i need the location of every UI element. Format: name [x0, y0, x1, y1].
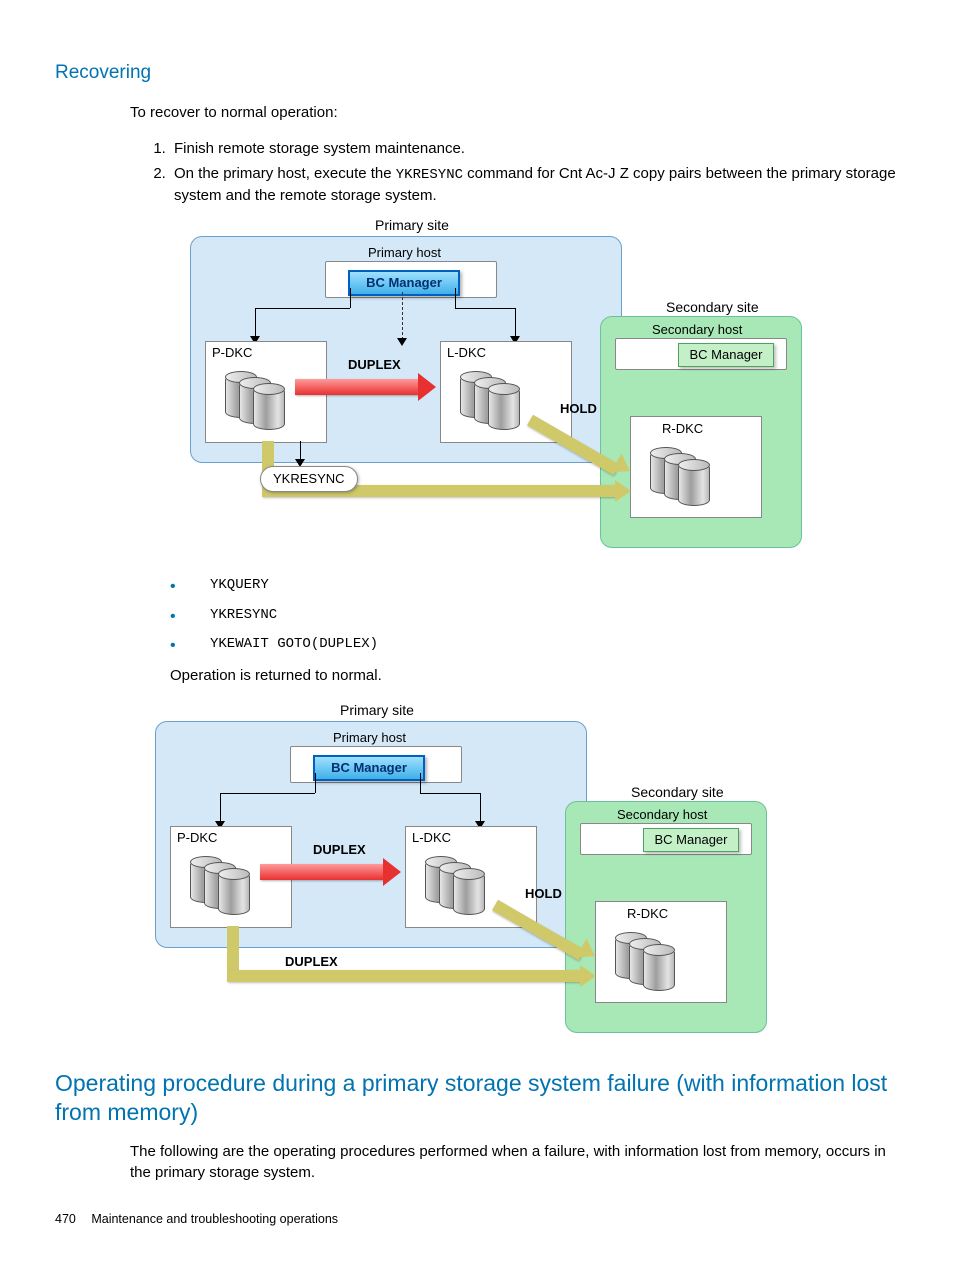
primary-host-label: Primary host — [368, 244, 441, 262]
page-number: 470 — [55, 1212, 76, 1226]
duplex-arrow — [295, 379, 420, 395]
secondary-site-label-2: Secondary site — [631, 783, 724, 803]
p-dkc-label-2: P-DKC — [177, 829, 217, 847]
secondary-site-label: Secondary site — [666, 298, 759, 318]
heading-recovering: Recovering — [55, 60, 899, 87]
recovery-steps: Finish remote storage system maintenance… — [130, 138, 899, 207]
duplex-label-2: DUPLEX — [313, 841, 366, 859]
command-list: YKQUERY YKRESYNC YKEWAIT GOTO(DUPLEX) — [170, 576, 899, 655]
bullet-ykquery: YKQUERY — [170, 576, 899, 596]
primary-site-label-2: Primary site — [340, 701, 414, 721]
bc-manager-primary-2: BC Manager — [313, 755, 425, 781]
ykresync-pill: YKRESYNC — [260, 466, 358, 492]
duplex-lower-label: DUPLEX — [285, 953, 338, 971]
diagram-2: Primary site Primary host BC Manager Sec… — [135, 701, 775, 1051]
step-2-cmd: YKRESYNC — [396, 167, 463, 183]
bc-manager-secondary-2: BC Manager — [643, 828, 739, 852]
bullet-ykewait: YKEWAIT GOTO(DUPLEX) — [170, 635, 899, 655]
step-1: Finish remote storage system maintenance… — [170, 138, 899, 159]
r-dkc-label-2: R-DKC — [627, 905, 668, 923]
hold-label: HOLD — [560, 400, 597, 418]
l-dkc-label-2: L-DKC — [412, 829, 451, 847]
bc-manager-secondary: BC Manager — [678, 343, 774, 367]
secondary-host-label: Secondary host — [652, 321, 742, 339]
lower-arrow-2 — [227, 970, 582, 982]
hold-label-2: HOLD — [525, 885, 562, 903]
step-2-pre: On the primary host, execute the — [174, 165, 396, 182]
p-dkc-label: P-DKC — [212, 344, 252, 362]
bc-manager-primary: BC Manager — [348, 270, 460, 296]
duplex-label: DUPLEX — [348, 356, 401, 374]
secondary-host-label-2: Secondary host — [617, 806, 707, 824]
duplex-arrow-2 — [260, 864, 385, 880]
l-dkc-label: L-DKC — [447, 344, 486, 362]
intro-text: To recover to normal operation: — [130, 102, 899, 123]
operating-body-text: The following are the operating procedur… — [130, 1141, 899, 1183]
heading-operating-procedure: Operating procedure during a primary sto… — [55, 1069, 899, 1127]
primary-site-label: Primary site — [375, 216, 449, 236]
returned-normal-text: Operation is returned to normal. — [170, 665, 899, 686]
r-dkc-label: R-DKC — [662, 420, 703, 438]
step-2: On the primary host, execute the YKRESYN… — [170, 163, 899, 207]
primary-host-label-2: Primary host — [333, 729, 406, 747]
page-footer: 470 Maintenance and troubleshooting oper… — [55, 1211, 899, 1229]
bullet-ykresync: YKRESYNC — [170, 606, 899, 626]
chapter-title: Maintenance and troubleshooting operatio… — [91, 1212, 338, 1226]
diagram-1: Primary site Primary host BC Manager Sec… — [170, 216, 810, 566]
